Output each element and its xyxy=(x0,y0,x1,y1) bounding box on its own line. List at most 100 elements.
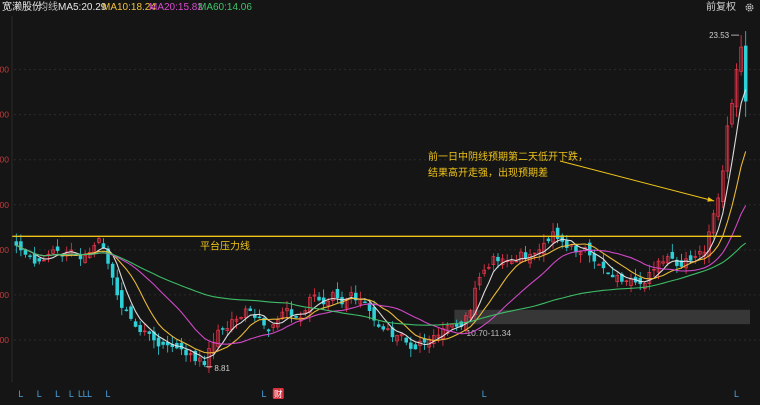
candle xyxy=(28,253,32,260)
candle-body xyxy=(546,238,551,242)
candle-body xyxy=(670,251,675,259)
candle xyxy=(537,243,542,261)
candle xyxy=(198,349,202,367)
candle xyxy=(725,116,730,179)
event-marker: L xyxy=(106,389,111,399)
candle-body xyxy=(220,328,225,330)
platform-resistance-label: 平台压力线 xyxy=(200,239,250,252)
candle xyxy=(578,251,583,263)
candle-body xyxy=(363,301,367,304)
candle xyxy=(381,323,386,332)
candle-body xyxy=(376,324,381,327)
candle xyxy=(147,330,152,341)
candle-body xyxy=(404,337,409,343)
candle xyxy=(565,234,569,252)
candle-body xyxy=(496,256,500,262)
candle-body xyxy=(28,255,32,257)
candle xyxy=(624,279,629,286)
tab-moving-average[interactable]: 均线 xyxy=(38,0,58,16)
candle xyxy=(184,343,188,362)
candle-body xyxy=(202,361,207,366)
candlestick-chart[interactable]: 2.00 0.00 8.00 6.00 4.00 2.00 0.00 10.70-11.34… xyxy=(0,16,760,405)
candle-body xyxy=(340,297,344,305)
candle-body xyxy=(32,253,37,264)
candle xyxy=(266,328,271,337)
candle xyxy=(193,349,197,366)
candle-body xyxy=(610,274,615,278)
candle xyxy=(413,342,418,350)
candle-body xyxy=(110,263,115,278)
annotation-text-line-1: 前一日中阴线预期第二天低开下跌， xyxy=(428,150,588,163)
ma20-legend: MA20:15.82 xyxy=(149,2,203,13)
candle-body xyxy=(248,308,253,312)
min-price-label: 8.81 xyxy=(214,364,230,373)
ma10-legend: MA10:18.24 xyxy=(102,2,156,13)
candle xyxy=(698,245,702,260)
candle xyxy=(743,31,748,117)
chart-header: 宽濑股份 均线 MA5:20.29 MA10:18.24 MA20:15.82 … xyxy=(0,0,760,16)
candle-body xyxy=(37,258,42,262)
candle-body xyxy=(294,315,298,318)
candle-body xyxy=(184,349,188,356)
candle-body xyxy=(688,255,693,261)
price-adjust-toggle[interactable]: 前复权 xyxy=(706,0,736,16)
y-tick-label: 4.00 xyxy=(0,245,9,255)
candle-body xyxy=(266,329,271,332)
candle-body xyxy=(523,252,528,259)
candle-body xyxy=(147,331,152,334)
grid-lines xyxy=(11,16,760,382)
candle xyxy=(124,306,129,312)
stock-name[interactable]: 宽濑股份 xyxy=(2,0,42,16)
gear-icon[interactable] xyxy=(744,2,755,13)
candle xyxy=(633,268,638,286)
candle xyxy=(601,254,606,274)
candle-body xyxy=(133,321,138,327)
annotation-arrow-head xyxy=(707,197,715,202)
candle xyxy=(491,253,496,271)
candle xyxy=(303,308,308,317)
event-marker: L xyxy=(734,389,739,399)
y-tick-label: 2.00 xyxy=(0,65,9,75)
y-tick-label: 0.00 xyxy=(0,110,9,120)
candle xyxy=(546,236,551,244)
candle xyxy=(152,326,156,349)
candle xyxy=(220,326,225,335)
candle xyxy=(514,254,519,263)
candle xyxy=(51,245,55,255)
candle xyxy=(734,63,739,118)
candle xyxy=(78,248,83,267)
event-marker: L xyxy=(482,389,487,399)
candle xyxy=(133,318,138,328)
candle xyxy=(574,244,578,258)
candle xyxy=(615,272,620,288)
candle xyxy=(110,262,115,286)
y-tick-label: 6.00 xyxy=(0,200,9,210)
candle xyxy=(83,250,87,264)
event-marker: L xyxy=(18,389,23,399)
candle xyxy=(138,321,142,336)
candle-body xyxy=(257,316,262,319)
candle-body xyxy=(454,323,459,327)
candle xyxy=(720,165,725,209)
candle-body xyxy=(120,290,124,308)
y-axis-ticks: 2.00 0.00 8.00 6.00 4.00 2.00 0.00 xyxy=(0,65,9,345)
event-marker: L xyxy=(37,389,42,399)
event-marker: L xyxy=(69,389,74,399)
candle xyxy=(46,250,51,263)
candle xyxy=(321,289,326,310)
event-marker: L xyxy=(55,389,60,399)
candle xyxy=(523,246,528,262)
candle xyxy=(711,209,716,239)
candle-body xyxy=(381,326,386,330)
candle-body xyxy=(161,341,165,345)
event-badge-label: 财 xyxy=(274,389,283,400)
candle xyxy=(542,234,546,262)
candle xyxy=(390,321,395,343)
candle-body xyxy=(335,288,340,299)
candle xyxy=(606,272,610,275)
candle xyxy=(19,234,23,257)
candle-body xyxy=(289,309,294,316)
candle xyxy=(37,258,42,265)
candle xyxy=(482,264,486,277)
candle xyxy=(707,224,711,264)
